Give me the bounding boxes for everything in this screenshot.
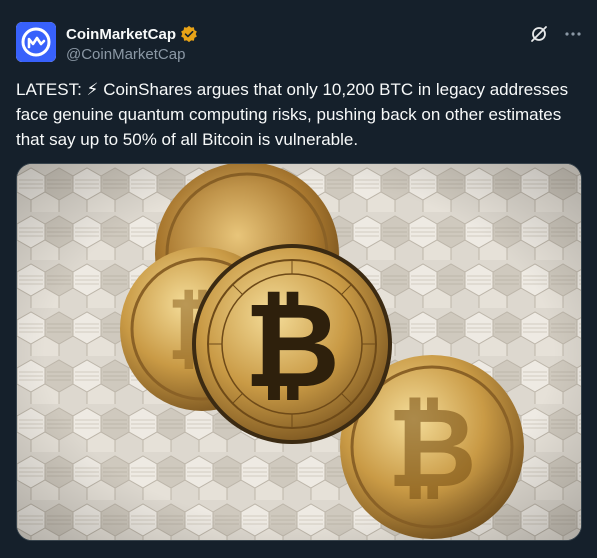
more-options-icon[interactable] — [563, 24, 583, 44]
author-name-row: CoinMarketCap — [66, 25, 198, 43]
tweet-media-image[interactable]: ₿ ₿ ₿ — [16, 163, 582, 541]
tweet[interactable]: CoinMarketCap @CoinMarketCap LATEST: ⚡ C… — [0, 0, 597, 558]
coinmarketcap-logo-icon — [16, 22, 56, 62]
avatar[interactable] — [16, 22, 56, 62]
tweet-text: LATEST: ⚡ CoinShares argues that only 10… — [16, 80, 573, 149]
grok-icon[interactable] — [529, 24, 549, 44]
display-name[interactable]: CoinMarketCap — [66, 26, 176, 43]
author-handle[interactable]: @CoinMarketCap — [66, 46, 185, 63]
verified-badge-icon — [181, 25, 197, 43]
bitcoin-coins-photo: ₿ ₿ ₿ — [17, 164, 581, 540]
top-actions — [529, 24, 583, 44]
